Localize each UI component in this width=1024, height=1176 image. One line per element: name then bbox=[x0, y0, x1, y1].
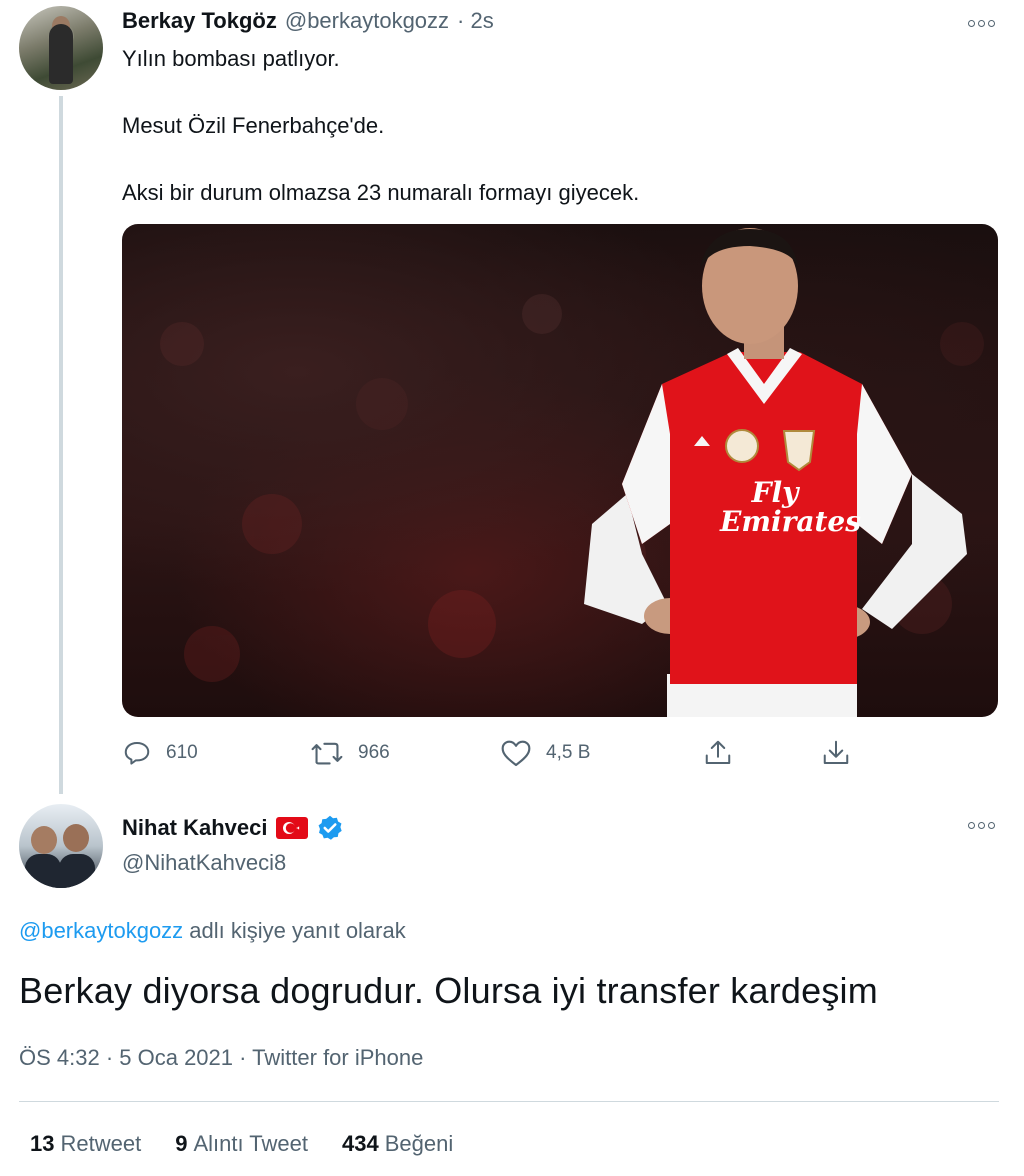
download-icon bbox=[823, 740, 849, 764]
quotes-stat[interactable]: 9 Alıntı Tweet bbox=[175, 1131, 308, 1157]
tweet-line-3: Aksi bir durum olmazsa 23 numaralı forma… bbox=[122, 180, 640, 205]
replying-to-handle[interactable]: @berkaytokgozz bbox=[19, 918, 183, 943]
reply-button[interactable]: 610 bbox=[122, 738, 198, 768]
author-handle[interactable]: @berkaytokgozz bbox=[285, 8, 449, 34]
turkey-flag-icon bbox=[275, 817, 308, 839]
verified-icon bbox=[318, 815, 342, 840]
like-button[interactable]: 4,5 B bbox=[500, 738, 590, 768]
avatar-nihat[interactable] bbox=[19, 804, 103, 888]
reply-timestamp[interactable]: ÖS 4:32 · 5 Oca 2021 · Twitter for iPhon… bbox=[19, 1045, 423, 1071]
reply-author-handle[interactable]: @NihatKahveci8 bbox=[122, 850, 286, 876]
reply-text: Berkay diyorsa dogrudur. Olursa iyi tran… bbox=[19, 970, 878, 1011]
tweet-time[interactable]: · 2s bbox=[457, 8, 494, 34]
likes-label: Beğeni bbox=[384, 1131, 454, 1156]
divider bbox=[19, 1101, 999, 1102]
retweets-stat[interactable]: 13 Retweet bbox=[30, 1131, 141, 1157]
more-icon[interactable] bbox=[968, 20, 995, 27]
engagement-stats: 13 Retweet 9 Alıntı Tweet 434 Beğeni bbox=[30, 1131, 453, 1157]
reply-icon bbox=[124, 742, 150, 765]
player-illustration bbox=[160, 228, 984, 717]
likes-count: 434 bbox=[342, 1131, 379, 1156]
retweet-icon bbox=[311, 742, 343, 765]
author-name[interactable]: Berkay Tokgöz bbox=[122, 8, 277, 34]
share-icon bbox=[705, 740, 731, 764]
reply-author-name[interactable]: Nihat Kahveci bbox=[122, 815, 268, 841]
tweet-header: Berkay Tokgöz @berkaytokgozz · 2s bbox=[122, 8, 494, 34]
shirt-sponsor: Fly Emirates bbox=[720, 476, 862, 539]
like-count: 4,5 B bbox=[546, 742, 591, 763]
retweet-count: 966 bbox=[358, 742, 390, 763]
thread-line bbox=[59, 96, 63, 794]
reply-author-row: Nihat Kahveci bbox=[122, 814, 344, 842]
reply-more-icon[interactable] bbox=[968, 822, 995, 829]
tweet-line-2: Mesut Özil Fenerbahçe'de. bbox=[122, 113, 385, 138]
like-icon bbox=[501, 740, 531, 767]
retweets-label: Retweet bbox=[60, 1131, 142, 1156]
download-button[interactable] bbox=[821, 738, 851, 768]
tweet-line-1: Yılın bombası patlıyor. bbox=[122, 46, 340, 71]
replying-to-label: adlı kişiye yanıt olarak bbox=[183, 918, 406, 943]
reply-count: 610 bbox=[166, 742, 198, 763]
replying-to: @berkaytokgozz adlı kişiye yanıt olarak bbox=[19, 918, 406, 944]
share-button[interactable] bbox=[703, 738, 733, 768]
quotes-label: Alıntı Tweet bbox=[193, 1131, 308, 1156]
retweets-count: 13 bbox=[30, 1131, 55, 1156]
tweet-photo[interactable]: Fly Emirates bbox=[122, 224, 998, 717]
quotes-count: 9 bbox=[175, 1131, 188, 1156]
retweet-button[interactable]: 966 bbox=[310, 738, 390, 768]
likes-stat[interactable]: 434 Beğeni bbox=[342, 1131, 453, 1157]
avatar-berkay[interactable] bbox=[19, 6, 103, 90]
